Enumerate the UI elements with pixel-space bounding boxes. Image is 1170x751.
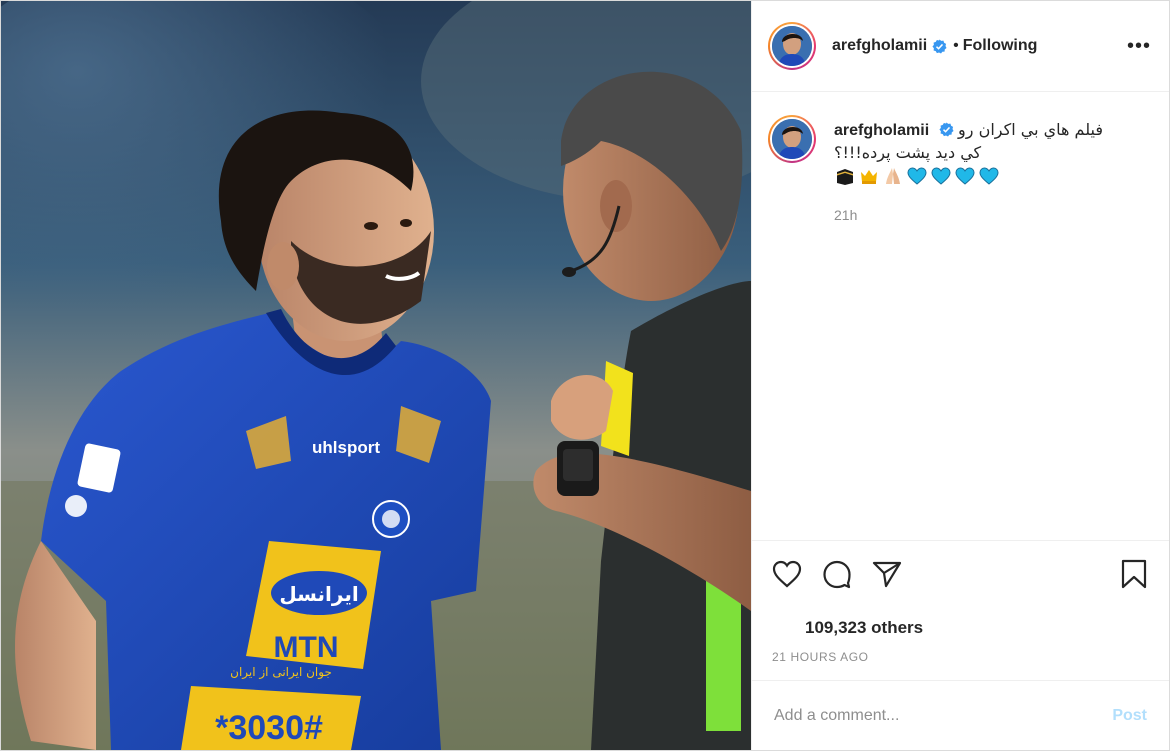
comment-form: Post: [752, 680, 1169, 750]
verified-badge-icon: [932, 38, 947, 54]
caption-first-line: arefgholamii فيلم هاي بي اكران رو: [834, 119, 1103, 142]
photo-illustration: ایرانسل MTN *3030# جوان ایرانی از ایران …: [1, 1, 751, 750]
post-timestamp[interactable]: 21 hours ago: [752, 650, 1169, 680]
post-header: arefgholamii • Following •••: [752, 1, 1169, 92]
caption-time[interactable]: 21h: [834, 207, 1103, 223]
folded-hands-emoji-icon: [886, 168, 900, 184]
comment-input[interactable]: [772, 705, 1107, 726]
jersey-brand-text: uhlsport: [312, 438, 380, 457]
blue-heart-emoji-icon: [955, 167, 975, 185]
caption-text-line1: فيلم هاي بي اكران رو: [958, 120, 1103, 139]
likes-count[interactable]: 109,323 others: [752, 606, 1169, 650]
save-button[interactable]: [1117, 557, 1151, 591]
crown-emoji-icon: [861, 170, 877, 184]
comment-button[interactable]: [820, 557, 854, 591]
blue-heart-emoji-icon: [931, 167, 951, 185]
caption-username[interactable]: arefgholamii: [834, 122, 929, 139]
heart-icon: [772, 560, 802, 587]
caption-avatar-ring-inner: [770, 117, 814, 161]
action-bar: [752, 540, 1169, 606]
share-button[interactable]: [870, 557, 904, 591]
jersey-mtn-text: MTN: [274, 631, 339, 664]
header-separator: •: [953, 37, 959, 54]
like-button[interactable]: [770, 557, 804, 591]
bookmark-icon: [1121, 559, 1147, 588]
blue-heart-emoji-icon: [907, 167, 927, 185]
jersey-number-text: *3030#: [215, 709, 323, 747]
caption-verified-icon: [939, 122, 954, 137]
comment-bubble-icon: [823, 560, 851, 588]
caption: arefgholamii فيلم هاي بي اكران رو كي ديد…: [768, 115, 1153, 223]
following-button[interactable]: Following: [963, 37, 1038, 55]
post-comment-button[interactable]: Post: [1106, 706, 1153, 726]
caption-body: arefgholamii فيلم هاي بي اكران رو كي ديد…: [834, 115, 1103, 223]
caption-emojis: [834, 164, 1103, 188]
jersey-bottom-text: جوان ایرانی از ایران: [230, 665, 332, 680]
post-modal: ایرانسل MTN *3030# جوان ایرانی از ایران …: [0, 0, 1170, 751]
blue-heart-emoji-icon: [979, 167, 999, 185]
avatar-ring-inner: [770, 24, 814, 68]
author-username[interactable]: arefgholamii: [832, 37, 927, 55]
author-avatar[interactable]: [768, 22, 816, 70]
paper-plane-icon: [872, 561, 902, 587]
kaaba-emoji-icon: [837, 169, 853, 185]
jersey-sponsor-text: ایرانسل: [279, 582, 358, 606]
post-side-panel: arefgholamii • Following ••• arefgholami…: [751, 1, 1169, 750]
more-options-icon[interactable]: •••: [1127, 35, 1151, 58]
avatar-image: [772, 26, 812, 66]
caption-avatar[interactable]: [768, 115, 816, 163]
caption-avatar-image: [772, 119, 812, 159]
post-photo[interactable]: ایرانسل MTN *3030# جوان ایرانی از ایران …: [1, 1, 751, 750]
comments-area: arefgholamii فيلم هاي بي اكران رو كي ديد…: [752, 92, 1169, 540]
caption-text-line2: كي ديد پشت پرده!!!؟: [834, 143, 982, 162]
